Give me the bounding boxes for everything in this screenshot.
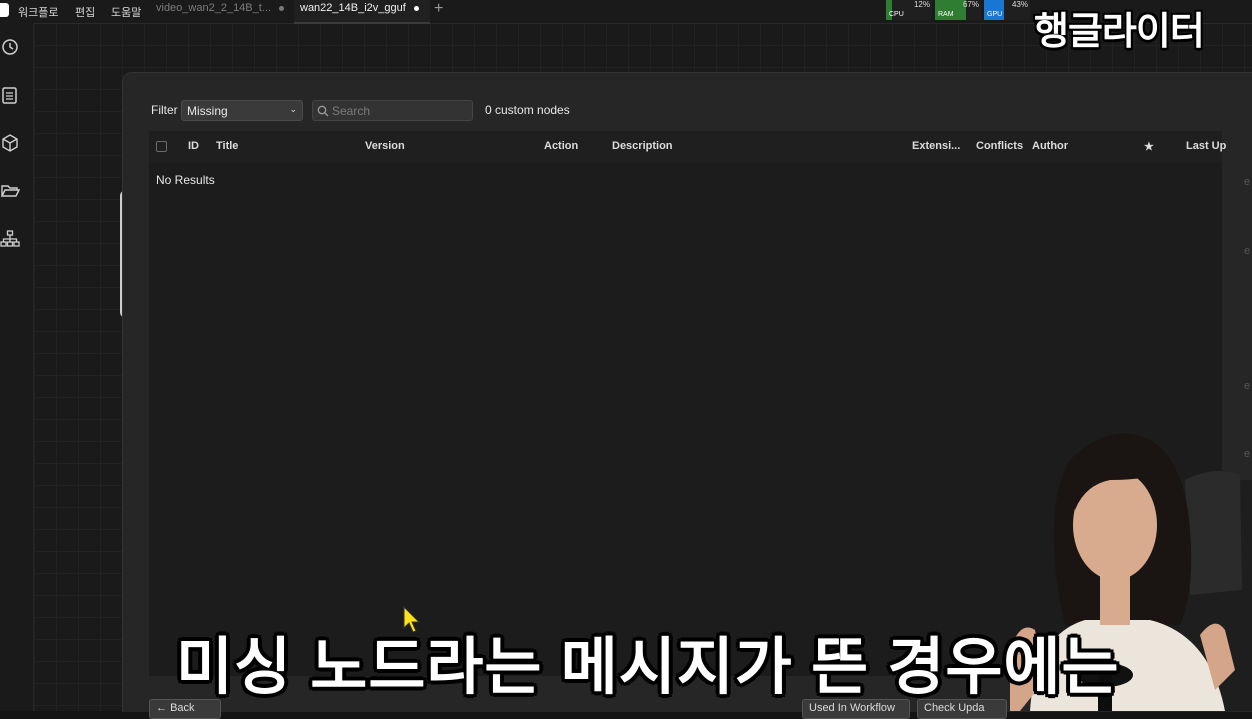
- empty-state-text: No Results: [156, 173, 215, 187]
- col-extension[interactable]: Extensi...: [912, 140, 960, 152]
- gpu-percent: 43%: [1011, 0, 1028, 9]
- cube-icon[interactable]: [0, 133, 20, 153]
- ram-percent: 67%: [962, 0, 979, 9]
- tab-wan22-i2v[interactable]: wan22_14B_i2v_gguf: [294, 0, 430, 24]
- edge-glyph: e: [1244, 176, 1251, 188]
- cpu-label: CPU: [889, 11, 904, 18]
- chevron-down-icon: ⌄: [289, 104, 297, 114]
- filter-label: Filter: [151, 103, 178, 117]
- app-logo[interactable]: [0, 3, 9, 17]
- ram-monitor: RAM 67%: [935, 0, 981, 20]
- col-title[interactable]: Title: [216, 140, 238, 152]
- col-action[interactable]: Action: [544, 140, 578, 152]
- col-version[interactable]: Version: [365, 140, 405, 152]
- unsaved-dot-icon: [278, 5, 284, 11]
- filter-value: Missing: [187, 104, 228, 118]
- col-author[interactable]: Author: [1032, 140, 1068, 152]
- col-stars-icon[interactable]: ★: [1144, 140, 1154, 153]
- video-subtitle: 미싱 노드라는 메시지가 뜬 경우에는: [176, 633, 1120, 702]
- filter-select[interactable]: Missing ⌄: [181, 100, 303, 121]
- history-icon[interactable]: [0, 37, 20, 57]
- plus-icon[interactable]: +: [434, 0, 443, 18]
- table-header: ID Title Version Action Description Exte…: [149, 131, 1226, 162]
- ram-label: RAM: [938, 11, 954, 18]
- left-sidebar: [0, 23, 34, 711]
- edge-glyph: e: [1244, 380, 1251, 392]
- menu-workflow[interactable]: 워크플로: [18, 4, 58, 20]
- search-placeholder: Search: [332, 104, 371, 118]
- folder-icon[interactable]: [0, 181, 20, 201]
- col-last-update[interactable]: Last Up: [1186, 140, 1226, 152]
- col-id[interactable]: ID: [188, 140, 199, 152]
- col-description[interactable]: Description: [612, 140, 673, 152]
- cpu-percent: 12%: [913, 0, 930, 9]
- tab-label: video_wan2_2_14B_t...: [156, 2, 271, 14]
- hierarchy-icon[interactable]: [0, 229, 20, 249]
- channel-logo: 행글라이터: [1034, 11, 1205, 53]
- menu-help[interactable]: 도움말: [111, 4, 141, 20]
- search-icon: [317, 105, 329, 117]
- node-count: 0 custom nodes: [485, 103, 570, 117]
- arrow-left-icon: ←: [156, 702, 171, 714]
- gpu-monitor: GPU 43%: [984, 0, 1030, 20]
- search-input[interactable]: Search: [312, 100, 473, 121]
- select-all-checkbox[interactable]: [156, 141, 167, 152]
- list-icon[interactable]: [0, 85, 20, 105]
- cpu-monitor: CPU 12%: [886, 0, 932, 20]
- col-conflicts[interactable]: Conflicts: [976, 140, 1023, 152]
- unsaved-dot-icon: [413, 5, 419, 11]
- tab-label: wan22_14B_i2v_gguf: [300, 2, 406, 14]
- menu-edit[interactable]: 편집: [75, 4, 95, 20]
- tab-video-wan2[interactable]: video_wan2_2_14B_t...: [150, 0, 294, 22]
- gpu-label: GPU: [987, 11, 1003, 18]
- edge-glyph: e: [1244, 245, 1251, 257]
